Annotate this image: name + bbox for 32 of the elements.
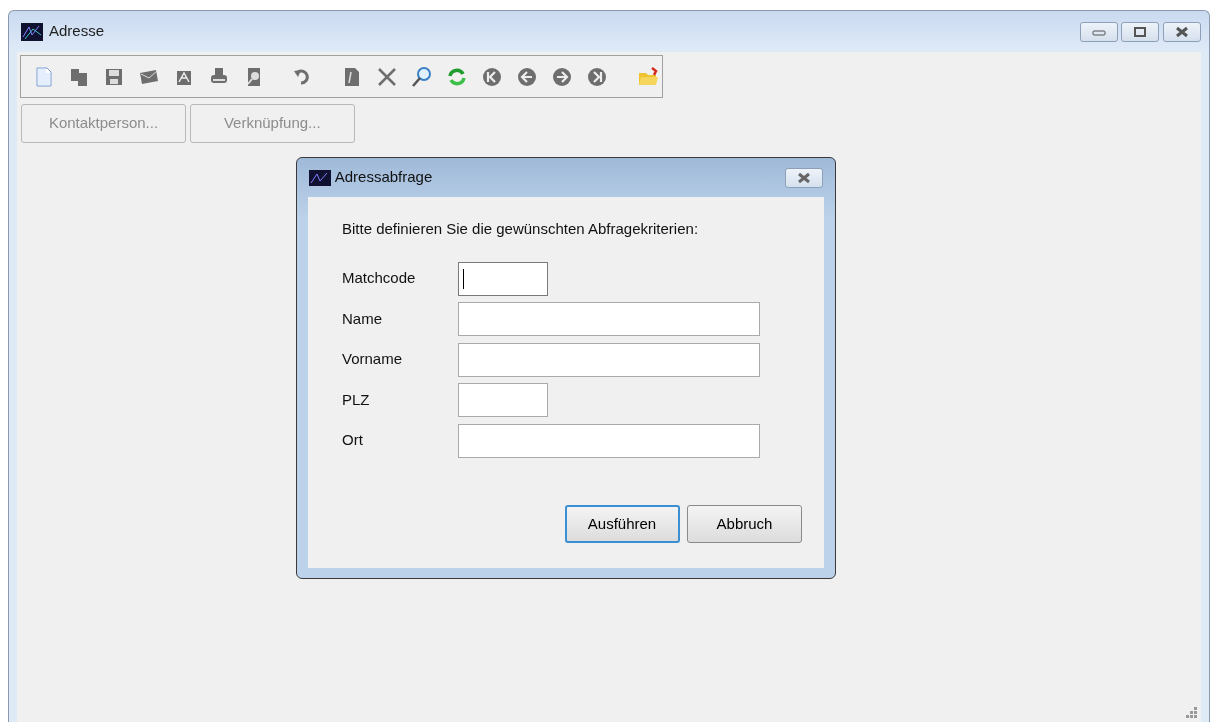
input-field[interactable]: [458, 261, 548, 296]
maximize-button[interactable]: [1121, 21, 1160, 42]
field-label: Name: [342, 308, 383, 329]
prompt-text: Bitte definieren Sie die gewünschten Abfragekriterien:: [342, 219, 700, 239]
app-icon: [309, 169, 331, 186]
delete-icon[interactable]: [376, 65, 398, 88]
input-field[interactable]: [458, 383, 548, 417]
next-icon[interactable]: [551, 65, 573, 88]
close-button[interactable]: [1163, 21, 1201, 42]
input-field[interactable]: [458, 423, 760, 458]
field-label: Matchcode: [342, 268, 417, 289]
previous-icon[interactable]: [516, 65, 538, 88]
field-label: Vorname: [342, 349, 404, 370]
first-record-icon[interactable]: [481, 65, 503, 88]
folder-icon[interactable]: [637, 65, 659, 88]
search-icon[interactable]: [411, 65, 433, 88]
app-icon: [21, 22, 43, 41]
dialog-title: Adressabfrage: [334, 167, 433, 188]
window-title: Adresse: [49, 21, 105, 42]
field-label: Ort: [342, 430, 364, 451]
maximize-icon: [1133, 25, 1148, 38]
cancel-button[interactable]: Abbruch: [687, 505, 802, 543]
execute-button[interactable]: Ausführen: [564, 505, 680, 543]
field-label: PLZ: [342, 389, 371, 410]
last-record-icon[interactable]: [586, 65, 608, 88]
resize-grip-icon[interactable]: [1183, 704, 1199, 720]
close-button[interactable]: [785, 167, 823, 188]
input-field[interactable]: [458, 302, 760, 336]
close-icon: [796, 171, 812, 184]
input-field[interactable]: [458, 342, 760, 377]
close-icon: [1174, 25, 1190, 38]
minimize-icon: [1091, 27, 1106, 36]
